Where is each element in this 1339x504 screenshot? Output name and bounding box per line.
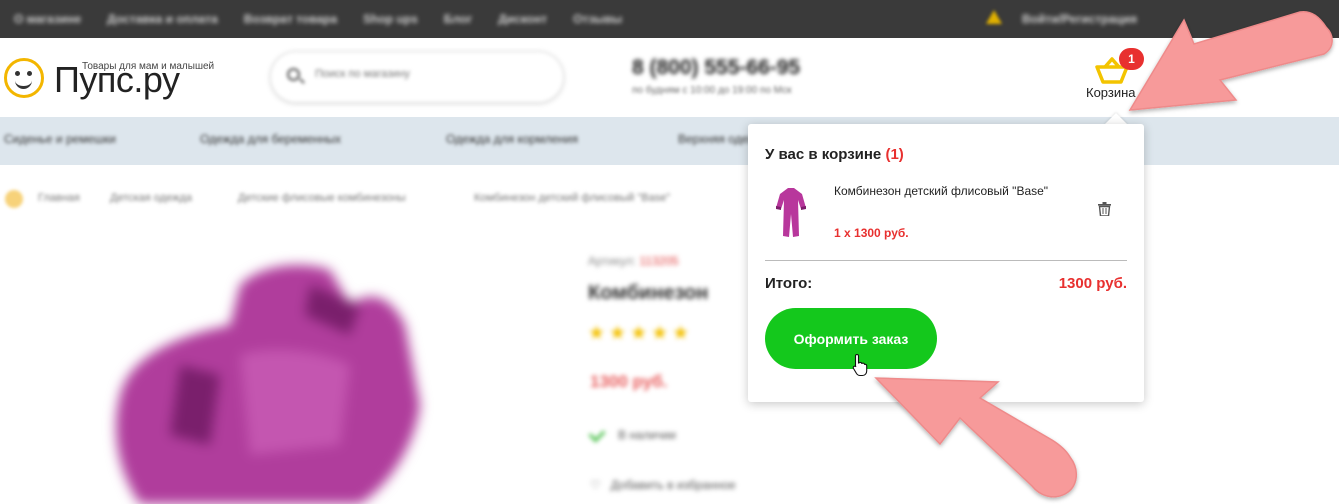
pointer-cursor-icon	[852, 353, 868, 377]
top-nav: О магазине Доставка и оплата Возврат тов…	[14, 12, 622, 26]
breadcrumb-item[interactable]: Детские флисовые комбинезоны	[238, 192, 406, 204]
rating-stars[interactable]: ★★★★★	[588, 322, 693, 345]
cart-item-qty-price: 1 x 1300 руб.	[834, 226, 909, 240]
top-bar: О магазине Доставка и оплата Возврат тов…	[0, 0, 1339, 38]
checkmark-icon	[588, 425, 606, 443]
cart-item-name[interactable]: Комбинезон детский флисовый "Base"	[834, 182, 1064, 201]
search-box[interactable]	[270, 51, 564, 103]
category-item[interactable]: Одежда для кормления	[446, 132, 578, 146]
cart-popup: У вас в корзине (1) Комбинезон детский ф…	[748, 124, 1144, 402]
top-nav-discount[interactable]: Дисконт	[498, 12, 547, 26]
divider	[765, 260, 1127, 261]
product-image[interactable]	[60, 245, 480, 504]
total-value: 1300 руб.	[1058, 275, 1127, 292]
cart-label: Корзина	[1086, 85, 1136, 100]
home-icon[interactable]	[5, 190, 23, 208]
search-icon[interactable]	[287, 68, 300, 81]
top-nav-shop[interactable]: Shop ups	[363, 12, 418, 26]
top-nav-reviews[interactable]: Отзывы	[573, 12, 622, 26]
product-price: 1300 руб.	[590, 372, 668, 391]
breadcrumb-item: Комбинезон детский флисовый "Base"	[474, 192, 671, 204]
checkout-button[interactable]: Оформить заказ	[765, 308, 937, 369]
product-article: Артикул: 113205	[588, 254, 679, 268]
total-label: Итого:	[765, 275, 813, 292]
stock-status: В наличии	[588, 425, 676, 443]
phone-number[interactable]: 8 (800) 555-66-95	[632, 56, 800, 80]
top-nav-return[interactable]: Возврат товара	[244, 12, 337, 26]
top-nav-delivery[interactable]: Доставка и оплата	[107, 12, 218, 26]
top-nav-about[interactable]: О магазине	[14, 12, 81, 26]
cart-button[interactable]: 1 Корзина	[1080, 48, 1150, 106]
breadcrumb-item[interactable]: Главная	[38, 192, 80, 204]
warning-icon	[986, 10, 1002, 24]
smiley-logo-icon	[4, 58, 44, 98]
cart-item-image[interactable]	[774, 184, 808, 240]
category-item[interactable]: Одежда для беременных	[200, 132, 341, 146]
product-title: Комбинезон	[588, 282, 709, 304]
logo-name: Пупс.ру	[54, 59, 180, 100]
cart-popup-count: (1)	[885, 146, 904, 163]
search-input[interactable]	[315, 68, 545, 80]
add-to-favorites-link[interactable]: ♡ Добавить в избранное	[590, 478, 736, 492]
trash-icon[interactable]	[1098, 202, 1111, 216]
top-nav-blog[interactable]: Блог	[444, 12, 472, 26]
breadcrumb-item[interactable]: Детская одежда	[110, 192, 192, 204]
category-item[interactable]: Сиденье и ремешки	[4, 132, 116, 146]
login-link[interactable]: Войти/Регистрация	[1022, 12, 1137, 26]
cart-count-badge: 1	[1119, 48, 1144, 70]
phone-hours: по будням с 10:00 до 19:00 по Мск	[632, 85, 792, 96]
cart-popup-title: У вас в корзине (1)	[765, 146, 904, 163]
